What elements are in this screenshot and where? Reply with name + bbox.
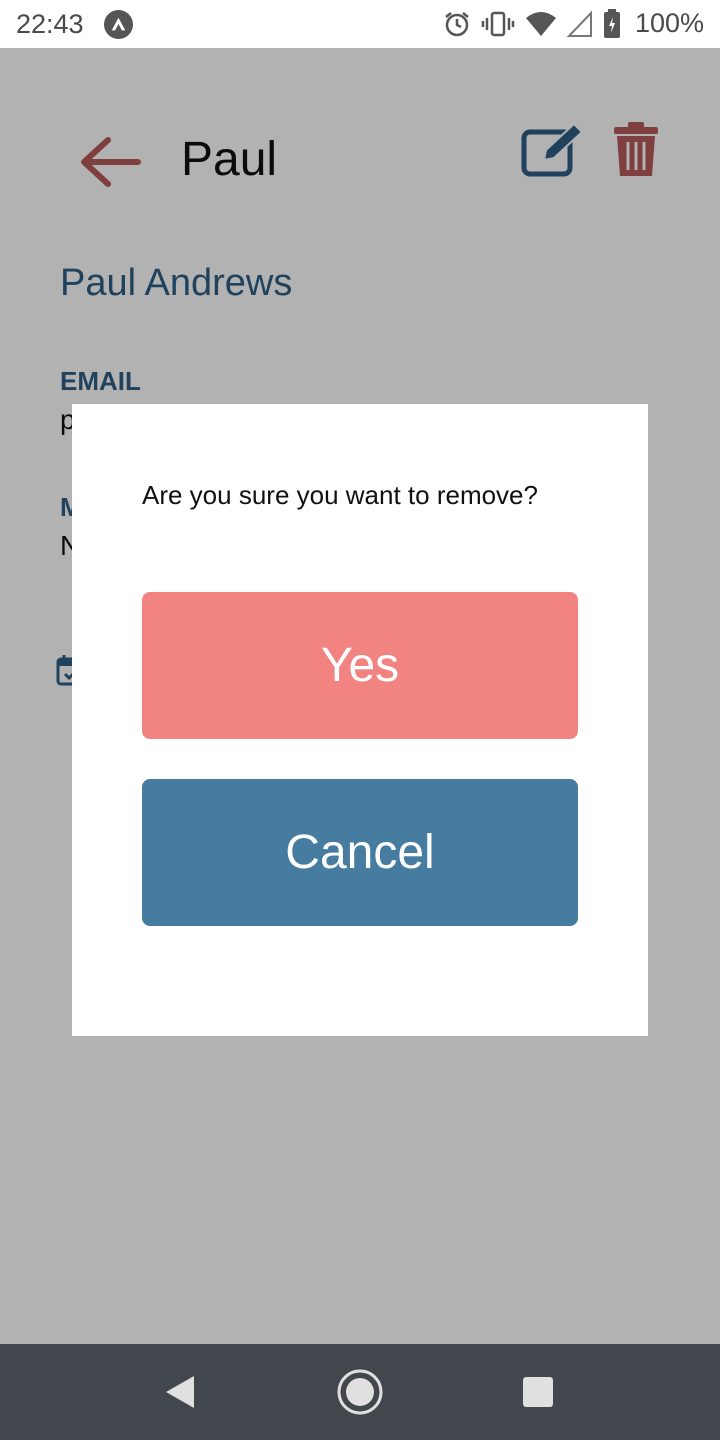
nav-recents-icon[interactable]: [522, 1376, 554, 1408]
nav-home-icon[interactable]: [336, 1368, 384, 1416]
battery-percent: 100%: [634, 8, 704, 38]
vibrate-icon: [481, 11, 515, 36]
confirm-remove-dialog: Are you sure you want to remove? Yes Can…: [72, 404, 648, 1036]
yes-button[interactable]: Yes: [142, 592, 578, 739]
alarm-icon: [445, 11, 469, 36]
system-nav-bar: [0, 1344, 720, 1440]
dialog-message: Are you sure you want to remove?: [142, 480, 538, 510]
status-icons: 100%: [443, 8, 704, 39]
status-time: 22:43: [16, 9, 84, 39]
cell-signal-icon: [566, 10, 592, 37]
cancel-button[interactable]: Cancel: [142, 779, 578, 926]
status-bar: 22:43 100%: [0, 0, 720, 48]
app-notification-icon: [103, 9, 134, 40]
wifi-icon: [525, 11, 556, 36]
battery-icon: [603, 8, 620, 38]
nav-back-icon[interactable]: [164, 1374, 196, 1410]
